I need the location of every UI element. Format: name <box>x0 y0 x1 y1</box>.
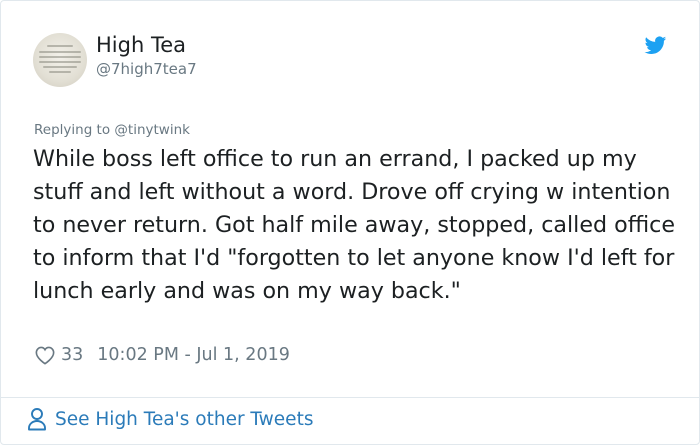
reply-prefix: Replying to <box>34 122 111 138</box>
heart-icon[interactable] <box>34 345 56 365</box>
reply-context: Replying to @tinytwink <box>34 122 190 138</box>
person-icon <box>28 408 46 431</box>
like-count[interactable]: 33 <box>61 345 83 365</box>
tweet-meta: 33 10:02 PM - Jul 1, 2019 <box>34 345 290 365</box>
tweet-card: High Tea @7high7tea7 Replying to @tinytw… <box>0 0 700 445</box>
divider <box>1 397 699 398</box>
twitter-bird-icon[interactable] <box>643 34 668 56</box>
author-handle[interactable]: @7high7tea7 <box>96 60 197 78</box>
author-name[interactable]: High Tea <box>96 33 186 57</box>
see-other-tweets-label[interactable]: See High Tea's other Tweets <box>55 409 313 430</box>
avatar[interactable] <box>33 33 87 87</box>
see-other-tweets-link[interactable]: See High Tea's other Tweets <box>27 407 313 431</box>
tweet-text: While boss left office to run an errand,… <box>33 146 675 304</box>
reply-to-handle[interactable]: @tinytwink <box>114 122 190 138</box>
tweet-timestamp[interactable]: 10:02 PM - Jul 1, 2019 <box>97 345 290 365</box>
